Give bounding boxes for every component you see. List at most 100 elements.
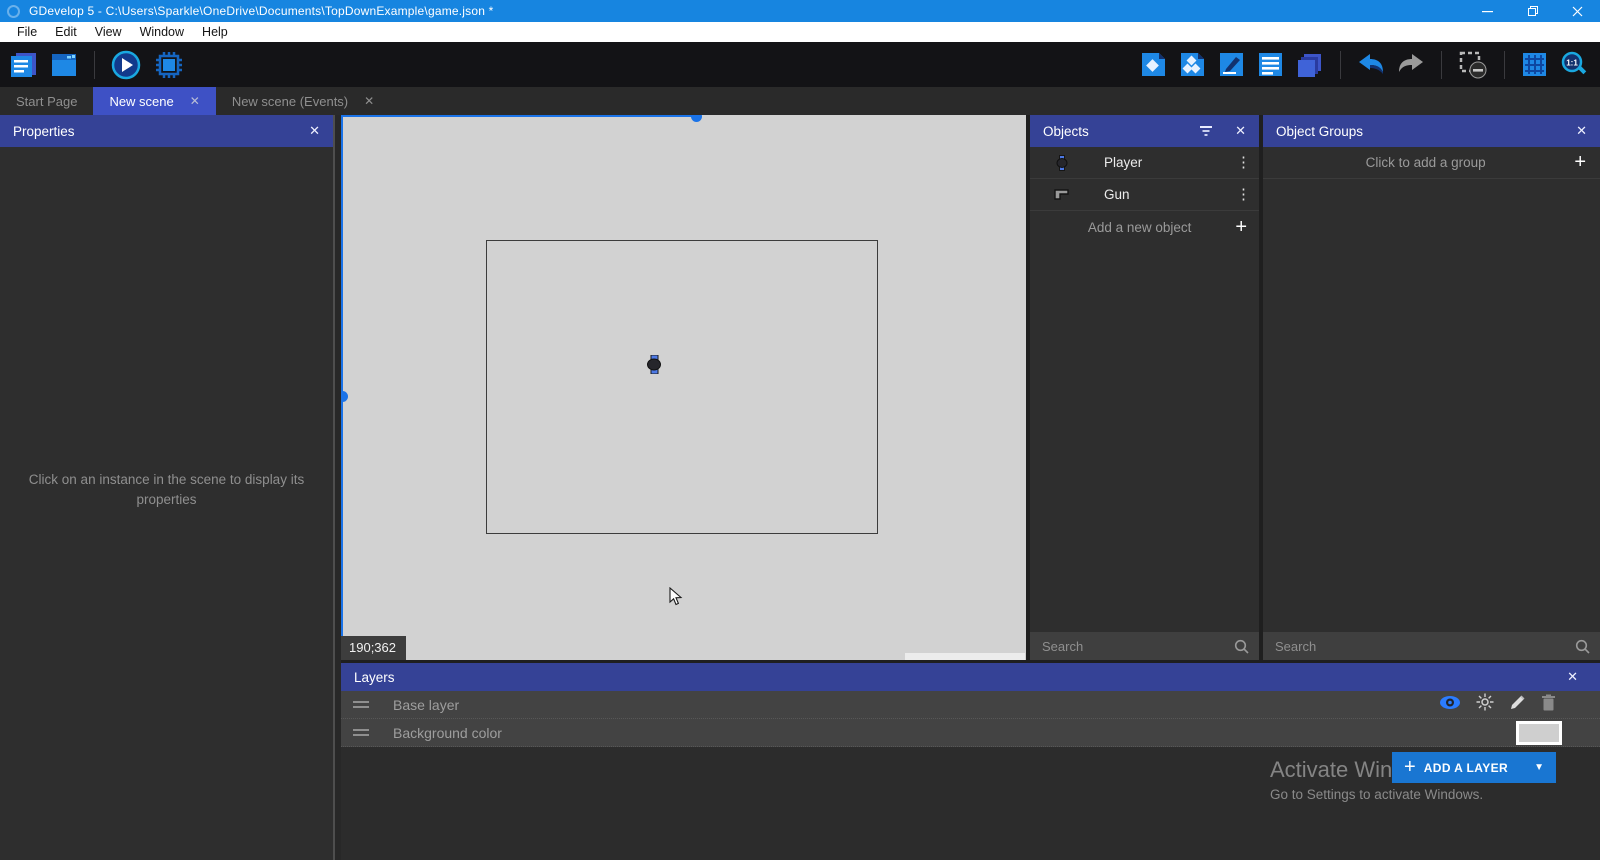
plus-icon: + xyxy=(1404,756,1416,779)
tab-close-icon[interactable]: ✕ xyxy=(364,94,374,108)
objects-search-bar xyxy=(1030,632,1259,660)
panel-title: Layers xyxy=(354,670,395,685)
app-icon xyxy=(7,5,20,18)
layer-visibility-icon[interactable] xyxy=(1439,695,1461,715)
player-instance[interactable] xyxy=(647,355,661,379)
player-object-icon xyxy=(1054,155,1070,171)
layers-panel-header: Layers ✕ xyxy=(341,663,1600,691)
layers-icon xyxy=(1296,51,1324,79)
cursor-coordinates-badge: 190;362 xyxy=(341,636,406,660)
menu-help[interactable]: Help xyxy=(193,22,237,42)
menubar: File Edit View Window Help xyxy=(0,22,1600,42)
object-row-gun[interactable]: Gun ⋮ xyxy=(1030,179,1259,211)
objects-search-input[interactable] xyxy=(1030,639,1234,654)
object-name: Player xyxy=(1104,155,1142,170)
add-group-label: Click to add a group xyxy=(1263,155,1574,170)
canvas-horizontal-scrollbar[interactable] xyxy=(905,653,1025,660)
play-icon xyxy=(110,49,142,81)
object-groups-panel-header: Object Groups ✕ xyxy=(1263,115,1600,147)
gun-object-icon xyxy=(1054,188,1070,201)
toolbar-divider xyxy=(1340,51,1341,79)
menu-window[interactable]: Window xyxy=(131,22,193,42)
minimize-button[interactable] xyxy=(1465,0,1510,22)
properties-panel-button[interactable] xyxy=(1218,51,1245,78)
drag-handle-icon[interactable] xyxy=(353,729,369,736)
zoom-original-button[interactable]: 1:1 xyxy=(1560,51,1588,79)
object-groups-panel-button[interactable] xyxy=(1179,51,1206,78)
layer-row-background-color[interactable]: Background color xyxy=(341,719,1600,747)
close-panel-icon[interactable]: ✕ xyxy=(1235,123,1246,139)
add-layer-button[interactable]: + ADD A LAYER ▼ xyxy=(1392,752,1556,783)
start-page-button[interactable] xyxy=(49,50,79,80)
scene-border-handle-left[interactable] xyxy=(341,391,348,402)
object-menu-icon[interactable]: ⋮ xyxy=(1236,155,1251,170)
tab-label: New scene (Events) xyxy=(232,94,348,109)
game-window-border xyxy=(486,240,878,534)
object-menu-icon[interactable]: ⋮ xyxy=(1236,187,1251,202)
close-panel-icon[interactable]: ✕ xyxy=(1567,669,1578,685)
start-page-icon xyxy=(49,50,79,80)
preview-button[interactable] xyxy=(110,49,142,81)
object-groups-panel: Object Groups ✕ Click to add a group + xyxy=(1263,115,1600,660)
deselect-button[interactable] xyxy=(1458,50,1488,80)
groups-search-bar xyxy=(1263,632,1600,660)
objects-icon xyxy=(1140,51,1167,78)
undo-icon xyxy=(1357,52,1385,78)
objects-panel-button[interactable] xyxy=(1140,51,1167,78)
menu-edit[interactable]: Edit xyxy=(46,22,86,42)
redo-button[interactable] xyxy=(1397,52,1425,78)
properties-panel-header: Properties ✕ xyxy=(0,115,333,147)
toolbar-divider xyxy=(94,51,95,79)
add-object-label: Add a new object xyxy=(1030,220,1235,235)
plus-icon: + xyxy=(1235,216,1247,239)
grid-button[interactable] xyxy=(1521,51,1548,78)
layer-effects-icon[interactable] xyxy=(1476,693,1494,716)
object-row-player[interactable]: Player ⋮ xyxy=(1030,147,1259,179)
grid-icon xyxy=(1521,51,1548,78)
panel-title: Objects xyxy=(1043,124,1089,139)
chevron-down-icon[interactable]: ▼ xyxy=(1534,762,1544,773)
menu-file[interactable]: File xyxy=(8,22,46,42)
layer-edit-icon[interactable] xyxy=(1509,694,1526,716)
add-group-row[interactable]: Click to add a group + xyxy=(1263,147,1600,179)
debug-button[interactable] xyxy=(153,49,185,81)
groups-search-input[interactable] xyxy=(1263,639,1575,654)
layer-delete-icon[interactable] xyxy=(1541,694,1556,716)
close-button[interactable] xyxy=(1555,0,1600,22)
mouse-cursor xyxy=(669,587,683,612)
plus-icon: + xyxy=(1574,151,1586,174)
layer-name: Base layer xyxy=(393,697,459,713)
deselect-icon xyxy=(1458,50,1488,80)
instances-list-icon xyxy=(1257,51,1284,78)
project-manager-button[interactable] xyxy=(8,50,38,80)
filter-icon[interactable] xyxy=(1199,125,1213,137)
layer-name: Background color xyxy=(393,725,502,741)
tab-start-page[interactable]: Start Page xyxy=(0,87,93,115)
search-icon xyxy=(1575,639,1590,654)
layers-panel-button[interactable] xyxy=(1296,51,1324,79)
undo-button[interactable] xyxy=(1357,52,1385,78)
scene-canvas[interactable]: 190;362 xyxy=(341,115,1026,660)
instances-list-panel-button[interactable] xyxy=(1257,51,1284,78)
scene-border-top xyxy=(341,115,701,117)
scene-border-handle-top[interactable] xyxy=(691,115,702,122)
tab-new-scene-events[interactable]: New scene (Events) ✕ xyxy=(216,87,390,115)
add-object-row[interactable]: Add a new object + xyxy=(1030,211,1259,243)
window-title: GDevelop 5 - C:\Users\Sparkle\OneDrive\D… xyxy=(29,4,494,18)
background-color-swatch[interactable] xyxy=(1516,721,1562,745)
search-icon xyxy=(1234,639,1249,654)
toolbar: 1:1 xyxy=(0,42,1600,87)
add-layer-label: ADD A LAYER xyxy=(1424,761,1508,775)
objects-panel-header: Objects ✕ xyxy=(1030,115,1259,147)
menu-view[interactable]: View xyxy=(86,22,131,42)
restore-button[interactable] xyxy=(1510,0,1555,22)
close-panel-icon[interactable]: ✕ xyxy=(309,123,320,139)
close-panel-icon[interactable]: ✕ xyxy=(1576,123,1587,139)
drag-handle-icon[interactable] xyxy=(353,701,369,708)
panel-title: Properties xyxy=(13,124,75,139)
tabbar: Start Page New scene ✕ New scene (Events… xyxy=(0,87,1600,115)
scene-border-left xyxy=(341,115,343,660)
tab-close-icon[interactable]: ✕ xyxy=(190,94,200,108)
tab-new-scene[interactable]: New scene ✕ xyxy=(93,87,215,115)
layer-row-base[interactable]: Base layer xyxy=(341,691,1600,719)
